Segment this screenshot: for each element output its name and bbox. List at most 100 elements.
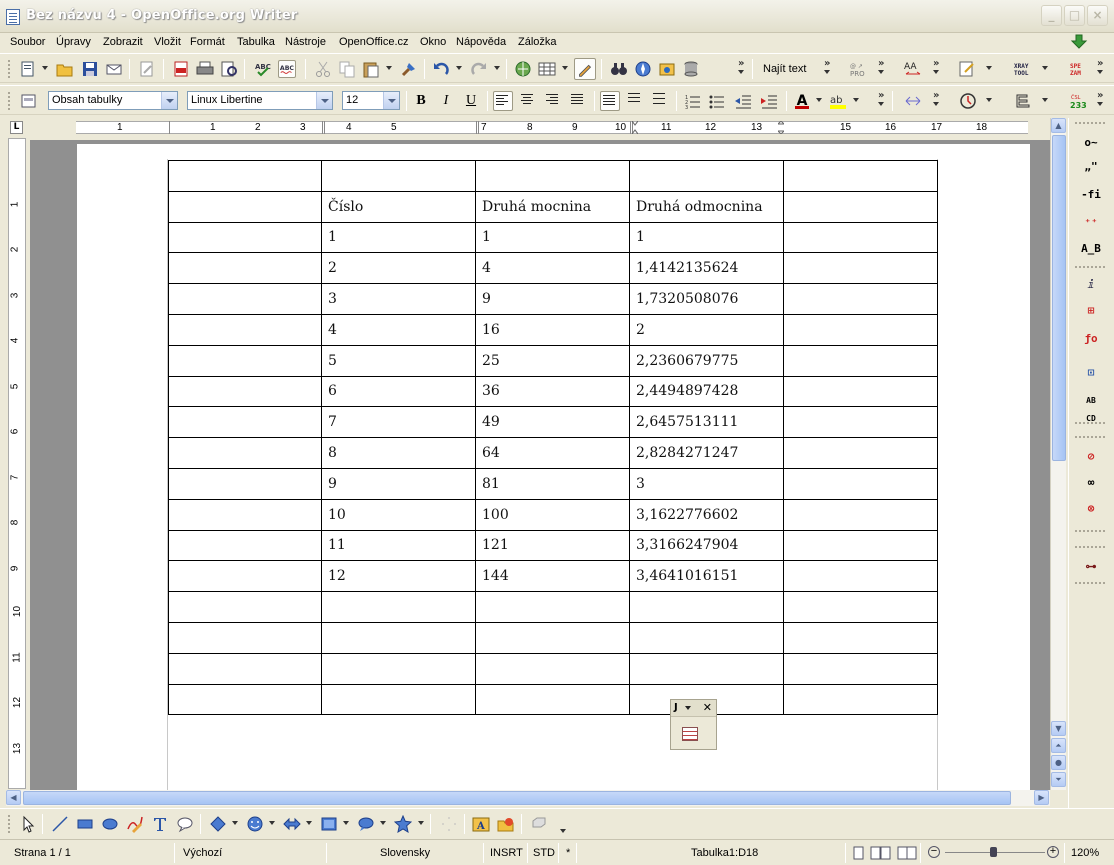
table-cell[interactable] [629,652,784,685]
table-cell[interactable]: 2 [321,252,476,285]
table-cell[interactable] [168,652,322,685]
toolbar-overflow-6[interactable]: » [878,90,884,101]
table-cell[interactable] [783,344,938,377]
table-cell[interactable] [168,375,322,408]
clone-formatting-icon[interactable] [400,60,418,78]
compass-icon[interactable] [959,92,977,110]
callout-shapes-dropdown-arrow[interactable] [380,821,386,825]
zoom-out-button[interactable]: − [928,846,940,858]
info-icon[interactable]: ⅈ [1080,276,1102,294]
paste-icon[interactable] [362,60,380,78]
table-cell[interactable] [783,406,938,439]
save-icon[interactable] [81,60,99,78]
horizontal-scrollbar[interactable]: ◀ ▶ [6,790,1050,806]
table-cell[interactable]: 10 [321,498,476,531]
table-cell[interactable] [168,467,322,500]
table-cell[interactable] [783,652,938,685]
numbering-icon[interactable]: 123 [684,92,702,110]
table-cell[interactable] [168,437,322,469]
redo-icon[interactable] [470,60,488,78]
close-icon[interactable]: ✕ [703,701,712,714]
flowcharts-icon[interactable] [320,815,338,833]
underline-button[interactable]: U [461,91,481,111]
print-icon[interactable] [196,60,214,78]
table-cell[interactable]: 3 [321,283,476,315]
table-cell[interactable] [629,591,784,623]
table-cell[interactable] [168,221,322,254]
table-cell[interactable]: 2 [629,313,784,346]
scroll-left-button[interactable]: ◀ [6,790,21,805]
text-icon[interactable] [151,815,169,833]
document-area[interactable]: Číslo Druhá mocnina Druhá odmocnina 1 1 1 2 4 1,… [30,140,1050,790]
symbol-shapes-dropdown-arrow[interactable] [269,821,275,825]
callouts-icon[interactable] [176,815,194,833]
table-cell[interactable] [168,190,322,223]
table-cell[interactable] [629,160,784,192]
ruler-left-margin[interactable] [169,121,170,134]
table-cell[interactable] [168,529,322,562]
ligature-icon[interactable]: -fi [1080,186,1102,204]
vertical-ruler[interactable]: 1 2 3 4 5 6 7 8 9 10 11 12 13 [8,138,26,789]
table-cell[interactable] [475,683,630,716]
next-page-button[interactable]: ⏷ [1051,772,1066,787]
menu-upravy[interactable]: Úpravy [56,35,91,49]
italic-button[interactable]: I [436,91,456,111]
table-cell[interactable]: 4 [475,252,630,285]
table-cell[interactable] [168,344,322,377]
bullets-icon[interactable] [708,92,726,110]
scroll-up-button[interactable]: ▲ [1051,118,1066,133]
selection-mode[interactable]: STD [533,844,555,862]
flowcharts-dropdown-arrow[interactable] [343,821,349,825]
table-cell[interactable] [321,683,476,716]
table-cell[interactable]: 1,4142135624 [629,252,784,285]
decrease-indent-icon[interactable] [734,92,752,110]
table-cell[interactable]: 4 [321,313,476,346]
data-sources-icon[interactable] [682,60,700,78]
page-indicator[interactable]: Strana 1 / 1 [14,844,71,862]
data-table[interactable]: Číslo Druhá mocnina Druhá odmocnina 1 1 1 2 4 1,… [168,160,938,716]
styles-formatting-icon[interactable] [20,92,38,110]
case-change-icon[interactable]: AA [904,60,922,78]
table-properties-icon[interactable] [682,727,698,741]
insert-mode[interactable]: INSRT [490,844,523,862]
degree-icon[interactable]: o~ [1080,134,1102,152]
align-right-button[interactable] [543,91,563,111]
table-cell[interactable]: 9 [321,467,476,500]
callout-shapes-icon[interactable] [357,815,375,833]
table-cell[interactable] [168,406,322,439]
scroll-dropdown-arrow[interactable] [1042,98,1048,102]
table-cell[interactable] [168,560,322,593]
bold-button[interactable]: B [411,91,431,111]
table-cell[interactable] [168,283,322,315]
spezam-icon[interactable]: SPEZAM [1067,60,1091,78]
basic-shapes-icon[interactable] [209,815,227,833]
menu-zalozka[interactable]: Záložka [518,35,557,49]
table-cell[interactable] [168,683,322,716]
table-icon[interactable] [538,60,556,78]
vertical-scroll-thumb[interactable] [1052,135,1066,461]
chevron-down-icon[interactable] [316,92,332,109]
note-dropdown-arrow[interactable] [986,66,992,70]
table-cell[interactable]: 7 [321,406,476,439]
insert-frame-icon[interactable]: ⊡ [1080,364,1102,382]
table-cell[interactable] [783,560,938,593]
floating-toolbar-header[interactable]: J ✕ [671,700,716,717]
table-cell[interactable] [475,591,630,623]
toolbar-overflow-5[interactable]: » [1097,58,1103,69]
table-cell[interactable] [783,591,938,623]
export-pdf-icon[interactable] [172,60,190,78]
xray-tool-icon[interactable]: XRAYTOOL [1012,60,1036,78]
menu-vlozit[interactable]: Vložit [154,35,181,49]
table-cell[interactable]: 1 [321,221,476,254]
table-cell[interactable] [783,683,938,716]
table-cell[interactable]: Druhá odmocnina [629,190,784,223]
menu-soubor[interactable]: Soubor [10,35,45,49]
edit-note-icon[interactable] [958,60,976,78]
font-color-button[interactable]: A [792,91,812,111]
line-icon[interactable] [51,815,69,833]
table-cell[interactable] [783,283,938,315]
copy-icon[interactable] [338,60,356,78]
toolbar-overflow-4[interactable]: » [933,58,939,69]
table-cell[interactable] [475,652,630,685]
gallery-icon[interactable] [658,60,676,78]
